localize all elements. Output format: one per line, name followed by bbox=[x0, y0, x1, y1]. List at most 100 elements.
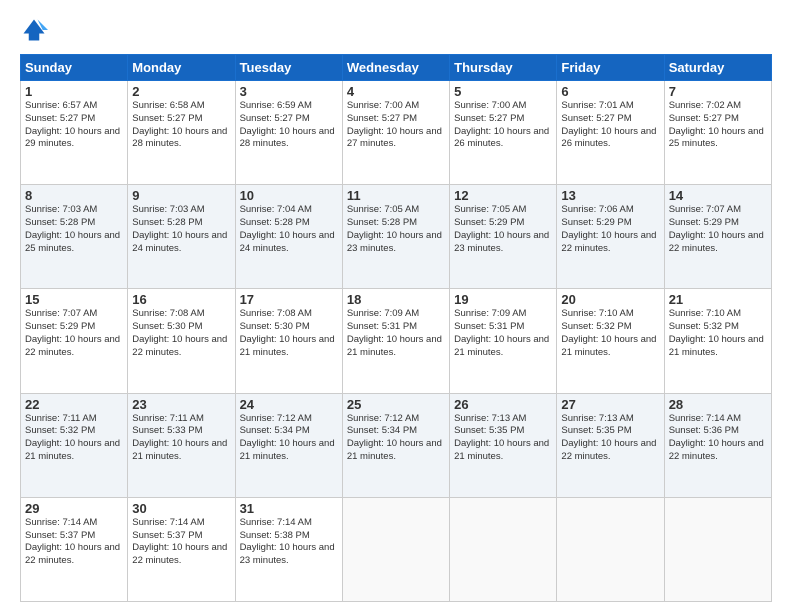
day-number: 15 bbox=[25, 292, 123, 307]
calendar-day-cell bbox=[557, 497, 664, 601]
calendar-day-cell: 12 Sunrise: 7:05 AM Sunset: 5:29 PM Dayl… bbox=[450, 185, 557, 289]
calendar-day-cell: 13 Sunrise: 7:06 AM Sunset: 5:29 PM Dayl… bbox=[557, 185, 664, 289]
day-info: Sunrise: 7:08 AM Sunset: 5:30 PM Dayligh… bbox=[240, 308, 338, 359]
calendar-day-cell: 11 Sunrise: 7:05 AM Sunset: 5:28 PM Dayl… bbox=[342, 185, 449, 289]
calendar-day-header: Tuesday bbox=[235, 55, 342, 81]
day-info: Sunrise: 7:11 AM Sunset: 5:32 PM Dayligh… bbox=[25, 413, 123, 464]
day-number: 29 bbox=[25, 501, 123, 516]
calendar-week-row: 22 Sunrise: 7:11 AM Sunset: 5:32 PM Dayl… bbox=[21, 393, 772, 497]
day-number: 14 bbox=[669, 188, 767, 203]
day-info: Sunrise: 7:13 AM Sunset: 5:35 PM Dayligh… bbox=[561, 413, 659, 464]
day-number: 17 bbox=[240, 292, 338, 307]
calendar-day-cell: 17 Sunrise: 7:08 AM Sunset: 5:30 PM Dayl… bbox=[235, 289, 342, 393]
day-info: Sunrise: 7:13 AM Sunset: 5:35 PM Dayligh… bbox=[454, 413, 552, 464]
calendar-day-cell: 21 Sunrise: 7:10 AM Sunset: 5:32 PM Dayl… bbox=[664, 289, 771, 393]
logo-icon bbox=[20, 16, 48, 44]
calendar-day-cell: 18 Sunrise: 7:09 AM Sunset: 5:31 PM Dayl… bbox=[342, 289, 449, 393]
day-number: 4 bbox=[347, 84, 445, 99]
calendar-day-cell: 20 Sunrise: 7:10 AM Sunset: 5:32 PM Dayl… bbox=[557, 289, 664, 393]
day-info: Sunrise: 7:10 AM Sunset: 5:32 PM Dayligh… bbox=[561, 308, 659, 359]
calendar-day-cell: 1 Sunrise: 6:57 AM Sunset: 5:27 PM Dayli… bbox=[21, 81, 128, 185]
calendar-day-cell: 3 Sunrise: 6:59 AM Sunset: 5:27 PM Dayli… bbox=[235, 81, 342, 185]
calendar-header-row: SundayMondayTuesdayWednesdayThursdayFrid… bbox=[21, 55, 772, 81]
day-info: Sunrise: 7:09 AM Sunset: 5:31 PM Dayligh… bbox=[454, 308, 552, 359]
day-info: Sunrise: 7:14 AM Sunset: 5:37 PM Dayligh… bbox=[132, 517, 230, 568]
calendar-day-cell: 14 Sunrise: 7:07 AM Sunset: 5:29 PM Dayl… bbox=[664, 185, 771, 289]
day-number: 2 bbox=[132, 84, 230, 99]
calendar-day-header: Friday bbox=[557, 55, 664, 81]
page: SundayMondayTuesdayWednesdayThursdayFrid… bbox=[0, 0, 792, 612]
day-info: Sunrise: 7:09 AM Sunset: 5:31 PM Dayligh… bbox=[347, 308, 445, 359]
calendar-day-header: Saturday bbox=[664, 55, 771, 81]
day-info: Sunrise: 7:00 AM Sunset: 5:27 PM Dayligh… bbox=[454, 100, 552, 151]
day-info: Sunrise: 7:07 AM Sunset: 5:29 PM Dayligh… bbox=[669, 204, 767, 255]
calendar-day-cell: 30 Sunrise: 7:14 AM Sunset: 5:37 PM Dayl… bbox=[128, 497, 235, 601]
day-number: 19 bbox=[454, 292, 552, 307]
day-info: Sunrise: 7:12 AM Sunset: 5:34 PM Dayligh… bbox=[347, 413, 445, 464]
calendar-day-cell: 16 Sunrise: 7:08 AM Sunset: 5:30 PM Dayl… bbox=[128, 289, 235, 393]
day-number: 21 bbox=[669, 292, 767, 307]
day-info: Sunrise: 7:01 AM Sunset: 5:27 PM Dayligh… bbox=[561, 100, 659, 151]
calendar-day-cell: 19 Sunrise: 7:09 AM Sunset: 5:31 PM Dayl… bbox=[450, 289, 557, 393]
calendar-day-header: Thursday bbox=[450, 55, 557, 81]
calendar-day-cell: 2 Sunrise: 6:58 AM Sunset: 5:27 PM Dayli… bbox=[128, 81, 235, 185]
day-info: Sunrise: 7:06 AM Sunset: 5:29 PM Dayligh… bbox=[561, 204, 659, 255]
calendar-day-header: Sunday bbox=[21, 55, 128, 81]
calendar-body: 1 Sunrise: 6:57 AM Sunset: 5:27 PM Dayli… bbox=[21, 81, 772, 602]
calendar-table: SundayMondayTuesdayWednesdayThursdayFrid… bbox=[20, 54, 772, 602]
calendar-week-row: 1 Sunrise: 6:57 AM Sunset: 5:27 PM Dayli… bbox=[21, 81, 772, 185]
calendar-day-cell: 6 Sunrise: 7:01 AM Sunset: 5:27 PM Dayli… bbox=[557, 81, 664, 185]
day-number: 3 bbox=[240, 84, 338, 99]
day-number: 24 bbox=[240, 397, 338, 412]
day-info: Sunrise: 6:59 AM Sunset: 5:27 PM Dayligh… bbox=[240, 100, 338, 151]
day-info: Sunrise: 7:11 AM Sunset: 5:33 PM Dayligh… bbox=[132, 413, 230, 464]
day-info: Sunrise: 7:14 AM Sunset: 5:37 PM Dayligh… bbox=[25, 517, 123, 568]
calendar-day-cell: 15 Sunrise: 7:07 AM Sunset: 5:29 PM Dayl… bbox=[21, 289, 128, 393]
day-info: Sunrise: 7:05 AM Sunset: 5:29 PM Dayligh… bbox=[454, 204, 552, 255]
day-info: Sunrise: 7:05 AM Sunset: 5:28 PM Dayligh… bbox=[347, 204, 445, 255]
calendar-week-row: 29 Sunrise: 7:14 AM Sunset: 5:37 PM Dayl… bbox=[21, 497, 772, 601]
day-number: 28 bbox=[669, 397, 767, 412]
calendar-day-cell: 10 Sunrise: 7:04 AM Sunset: 5:28 PM Dayl… bbox=[235, 185, 342, 289]
day-info: Sunrise: 7:00 AM Sunset: 5:27 PM Dayligh… bbox=[347, 100, 445, 151]
logo bbox=[20, 16, 52, 44]
day-number: 27 bbox=[561, 397, 659, 412]
calendar-week-row: 15 Sunrise: 7:07 AM Sunset: 5:29 PM Dayl… bbox=[21, 289, 772, 393]
calendar-day-cell: 25 Sunrise: 7:12 AM Sunset: 5:34 PM Dayl… bbox=[342, 393, 449, 497]
day-number: 25 bbox=[347, 397, 445, 412]
day-number: 31 bbox=[240, 501, 338, 516]
day-number: 1 bbox=[25, 84, 123, 99]
calendar-day-cell: 5 Sunrise: 7:00 AM Sunset: 5:27 PM Dayli… bbox=[450, 81, 557, 185]
day-info: Sunrise: 7:03 AM Sunset: 5:28 PM Dayligh… bbox=[132, 204, 230, 255]
day-info: Sunrise: 7:02 AM Sunset: 5:27 PM Dayligh… bbox=[669, 100, 767, 151]
calendar-day-cell: 28 Sunrise: 7:14 AM Sunset: 5:36 PM Dayl… bbox=[664, 393, 771, 497]
calendar-week-row: 8 Sunrise: 7:03 AM Sunset: 5:28 PM Dayli… bbox=[21, 185, 772, 289]
day-info: Sunrise: 7:14 AM Sunset: 5:36 PM Dayligh… bbox=[669, 413, 767, 464]
calendar-day-cell: 7 Sunrise: 7:02 AM Sunset: 5:27 PM Dayli… bbox=[664, 81, 771, 185]
day-info: Sunrise: 7:12 AM Sunset: 5:34 PM Dayligh… bbox=[240, 413, 338, 464]
day-number: 12 bbox=[454, 188, 552, 203]
calendar-day-cell: 9 Sunrise: 7:03 AM Sunset: 5:28 PM Dayli… bbox=[128, 185, 235, 289]
day-info: Sunrise: 7:14 AM Sunset: 5:38 PM Dayligh… bbox=[240, 517, 338, 568]
day-number: 30 bbox=[132, 501, 230, 516]
calendar-day-cell: 26 Sunrise: 7:13 AM Sunset: 5:35 PM Dayl… bbox=[450, 393, 557, 497]
day-info: Sunrise: 6:58 AM Sunset: 5:27 PM Dayligh… bbox=[132, 100, 230, 151]
calendar-day-cell: 8 Sunrise: 7:03 AM Sunset: 5:28 PM Dayli… bbox=[21, 185, 128, 289]
day-number: 8 bbox=[25, 188, 123, 203]
calendar-day-header: Monday bbox=[128, 55, 235, 81]
calendar-day-cell: 23 Sunrise: 7:11 AM Sunset: 5:33 PM Dayl… bbox=[128, 393, 235, 497]
day-number: 13 bbox=[561, 188, 659, 203]
day-number: 23 bbox=[132, 397, 230, 412]
day-number: 22 bbox=[25, 397, 123, 412]
day-info: Sunrise: 7:08 AM Sunset: 5:30 PM Dayligh… bbox=[132, 308, 230, 359]
calendar-day-cell bbox=[342, 497, 449, 601]
calendar-day-cell bbox=[450, 497, 557, 601]
day-number: 11 bbox=[347, 188, 445, 203]
calendar-day-cell: 29 Sunrise: 7:14 AM Sunset: 5:37 PM Dayl… bbox=[21, 497, 128, 601]
calendar-day-cell: 22 Sunrise: 7:11 AM Sunset: 5:32 PM Dayl… bbox=[21, 393, 128, 497]
calendar-day-header: Wednesday bbox=[342, 55, 449, 81]
calendar-day-cell bbox=[664, 497, 771, 601]
header bbox=[20, 16, 772, 44]
day-info: Sunrise: 7:10 AM Sunset: 5:32 PM Dayligh… bbox=[669, 308, 767, 359]
day-number: 18 bbox=[347, 292, 445, 307]
